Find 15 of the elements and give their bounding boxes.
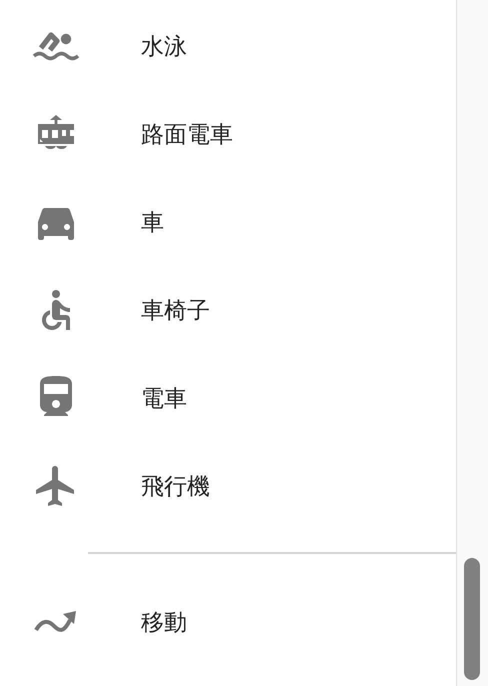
item-label: 移動 [141, 608, 187, 637]
scrollbar-thumb[interactable] [464, 558, 480, 680]
menu-item[interactable]: 電車 [0, 354, 456, 442]
menu-item[interactable]: 車椅子 [0, 266, 456, 354]
item-label: 車 [141, 208, 164, 237]
item-label: 水泳 [141, 32, 187, 61]
item-label: 路面電車 [141, 120, 233, 149]
item-label: 飛行機 [141, 472, 210, 501]
menu-item[interactable]: 水泳 [0, 2, 456, 90]
menu-item[interactable]: 飛行機 [0, 442, 456, 530]
menu-item[interactable]: 移動 [0, 578, 456, 666]
item-label: 車椅子 [141, 296, 210, 325]
menu-item[interactable]: 路面電車 [0, 90, 456, 178]
menu-item[interactable]: 車 [0, 178, 456, 266]
item-label: 電車 [141, 384, 187, 413]
